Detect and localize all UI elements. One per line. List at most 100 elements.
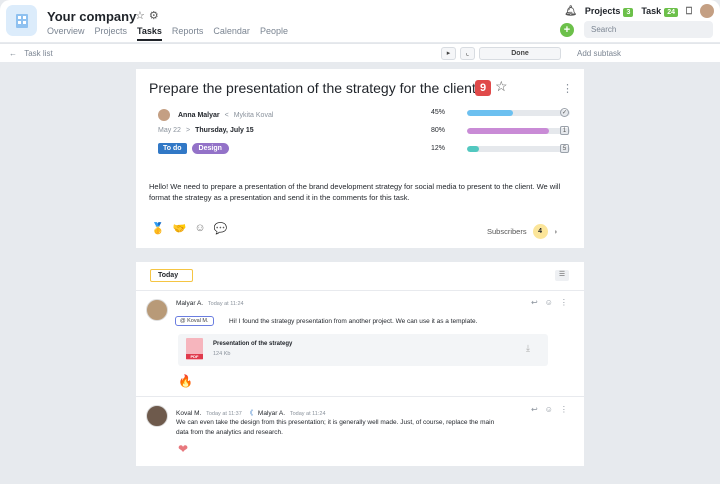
favorite-star-icon[interactable]: ☆ [495,78,508,95]
comment-author[interactable]: Koval M. [176,410,201,417]
avatar[interactable] [146,299,168,321]
progress-row-2: 80% [431,127,570,134]
company-logo-icon[interactable] [6,5,37,36]
counter-icon[interactable]: 5 [560,144,569,153]
star-icon[interactable]: ☆ [135,9,145,22]
nav-overview[interactable]: Overview [47,26,85,41]
more-menu-icon[interactable]: ⋮ [562,82,573,95]
back-to-task-list[interactable]: ← Task list [9,49,53,58]
file-size: 124 Kb [213,351,231,357]
start-date[interactable]: May 22 [158,127,181,134]
comment-author[interactable]: Malyar A. [176,300,203,307]
task-count-badge: 24 [664,8,678,17]
heart-reaction[interactable]: ❤ [178,442,188,456]
file-attachment[interactable]: PDF Presentation of the strategy 124 Kb … [178,334,548,366]
comment-text[interactable]: Hi! I found the strategy presentation fr… [229,317,477,327]
comment-header: Malyar A. Today at 11:24 [176,300,244,307]
play-button[interactable]: ▸ [441,47,456,60]
reply-quote-icon: 《 [246,410,254,417]
tag-chip[interactable]: Design [191,143,229,154]
file-name: Presentation of the strategy [213,341,293,347]
app-window: Your company ☆ ⚙ Overview Projects Tasks… [0,0,720,484]
task-card: Prepare the presentation of the strategy… [136,69,584,248]
done-button[interactable]: Done [479,47,561,60]
bell-icon[interactable]: 🔔︎ [564,6,577,17]
gear-icon[interactable]: ⚙ [149,9,159,22]
status-chip[interactable]: To do [158,143,187,154]
pdf-icon: PDF [186,338,203,360]
counter-icon[interactable]: 1 [560,126,569,135]
user-avatar[interactable] [700,4,714,18]
progress-bar [467,127,570,134]
arrow-left-icon: ← [9,49,17,58]
assignee-avatar[interactable] [158,109,170,121]
task-description[interactable]: Hello! We need to prepare a presentation… [149,181,569,203]
author-name[interactable]: Mykita Koval [234,112,274,119]
mention-name: Koval M. [187,318,209,324]
divider [136,290,584,291]
subscribers-label: Subscribers [487,227,527,236]
progress-fill [467,127,550,134]
assignee-name[interactable]: Anna Malyar [178,112,220,119]
at-icon: @ [180,318,186,324]
handshake-icon[interactable]: 🤝 [173,222,187,235]
search-input[interactable]: Search [584,21,713,38]
reply-icon[interactable]: ↩ [531,298,538,307]
more-menu-icon[interactable]: ⋮ [560,405,568,414]
header-right: 🔔︎ Projects 3 Task 24 ⎕ [564,4,714,18]
reply-icon[interactable]: ↩ [531,405,538,414]
comment-time: Today at 11:24 [207,301,244,307]
projects-label: Projects [584,6,621,16]
filter-list-icon[interactable]: ☰ [555,270,569,281]
task-toolbar: ← Task list ▸ ⌞ Done Add subtask [0,43,720,62]
nav-projects[interactable]: Projects [95,26,128,41]
progress-row-1: 45% [431,109,570,116]
projects-counter[interactable]: Projects 3 [584,6,634,17]
avatar[interactable] [146,405,168,427]
subscribers[interactable]: Subscribers 4 ◗ [487,224,558,239]
comment-header: Koval M. Today at 11:37 《 Malyar A. Toda… [176,407,326,417]
task-label: Task [641,6,662,16]
subscribers-count: 4 [532,224,548,239]
people-row: Anna Malyar < Mykita Koval [158,109,273,121]
nav-people[interactable]: People [260,26,288,41]
progress-bar [467,109,570,116]
top-header: Your company ☆ ⚙ Overview Projects Tasks… [0,0,720,42]
download-icon[interactable]: ⤓ [526,343,530,354]
main-nav: Overview Projects Tasks Reports Calendar… [47,26,288,41]
reply-to-author[interactable]: Malyar A. [258,410,285,417]
mention-chip[interactable]: @ Koval M. [175,316,214,326]
company-actions: ☆ ⚙ [135,9,159,22]
comment-text[interactable]: We can even take the design from this pr… [176,418,496,438]
smile-icon[interactable]: ☺ [194,222,205,235]
task-number-badge: 9 [475,80,491,96]
nav-tasks[interactable]: Tasks [137,26,162,41]
reply-time: Today at 11:24 [289,411,326,417]
chips-row: To do Design [158,143,229,154]
sound-icon[interactable]: ◗ [554,227,559,236]
add-subtask-button[interactable]: Add subtask [577,49,621,58]
comments-card: Today ☰ Malyar A. Today at 11:24 ↩ ☺ ⋮ @… [136,262,584,466]
divider [136,396,584,397]
nav-reports[interactable]: Reports [172,26,204,41]
nav-calendar[interactable]: Calendar [213,26,250,41]
bookmark-icon[interactable]: ⎕ [686,6,692,17]
file-type: PDF [186,354,203,359]
task-counter[interactable]: Task 24 [641,6,678,17]
comment-actions: ↩ ☺ ⋮ [531,405,568,414]
smile-icon[interactable]: ☺ [545,298,553,307]
progress-percent: 45% [431,109,446,116]
medal-icon[interactable]: 🥇 [151,222,165,235]
add-button[interactable]: + [560,23,574,37]
task-title[interactable]: Prepare the presentation of the strategy… [149,80,476,96]
corner-button[interactable]: ⌞ [460,47,475,60]
date-filter[interactable]: Today [150,269,193,282]
smile-icon[interactable]: ☺ [545,405,553,414]
more-menu-icon[interactable]: ⋮ [560,298,568,307]
comment-time: Today at 11:37 [206,411,242,417]
progress-fill [467,145,480,152]
comment-icon[interactable]: 💬 [214,222,228,235]
fire-reaction[interactable]: 🔥 [178,374,193,388]
check-circle-icon[interactable]: ✓ [560,108,569,117]
due-date[interactable]: Thursday, July 15 [195,127,254,134]
